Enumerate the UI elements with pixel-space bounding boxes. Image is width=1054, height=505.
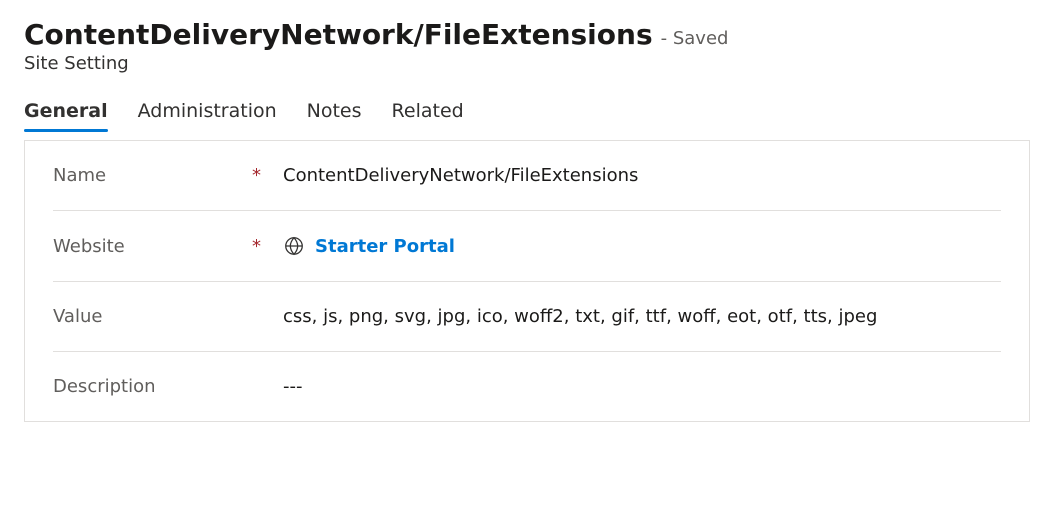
globe-icon	[283, 235, 305, 257]
entity-type-label: Site Setting	[24, 53, 1030, 74]
field-label-value: Value	[53, 306, 283, 327]
field-row-description: Description ---	[53, 352, 1001, 421]
website-link[interactable]: Starter Portal	[315, 236, 455, 257]
tab-bar: General Administration Notes Related	[24, 96, 1030, 130]
page-title: ContentDeliveryNetwork/FileExtensions	[24, 18, 653, 51]
tab-administration[interactable]: Administration	[138, 96, 277, 130]
field-row-website: Website * Starter Portal	[53, 211, 1001, 282]
field-label-website: Website *	[53, 236, 283, 257]
label-text: Website	[53, 236, 125, 257]
website-field[interactable]: Starter Portal	[283, 235, 1001, 257]
label-text: Name	[53, 165, 106, 186]
page-header: ContentDeliveryNetwork/FileExtensions - …	[24, 18, 1030, 74]
field-row-name: Name * ContentDeliveryNetwork/FileExtens…	[53, 141, 1001, 211]
tab-notes[interactable]: Notes	[307, 96, 362, 130]
field-value-text: ContentDeliveryNetwork/FileExtensions	[283, 165, 638, 186]
field-row-value: Value css, js, png, svg, jpg, ico, woff2…	[53, 282, 1001, 352]
field-value-text: ---	[283, 376, 303, 397]
label-text: Description	[53, 376, 156, 397]
value-field[interactable]: css, js, png, svg, jpg, ico, woff2, txt,…	[283, 306, 1001, 327]
field-value-text: css, js, png, svg, jpg, ico, woff2, txt,…	[283, 306, 877, 327]
general-panel: Name * ContentDeliveryNetwork/FileExtens…	[24, 140, 1030, 422]
required-indicator: *	[252, 165, 261, 186]
tab-related[interactable]: Related	[392, 96, 464, 130]
field-label-description: Description	[53, 376, 283, 397]
required-indicator: *	[252, 236, 261, 257]
save-state: - Saved	[661, 28, 729, 49]
field-label-name: Name *	[53, 165, 283, 186]
tab-general[interactable]: General	[24, 96, 108, 130]
name-field[interactable]: ContentDeliveryNetwork/FileExtensions	[283, 165, 1001, 186]
label-text: Value	[53, 306, 102, 327]
description-field[interactable]: ---	[283, 376, 1001, 397]
